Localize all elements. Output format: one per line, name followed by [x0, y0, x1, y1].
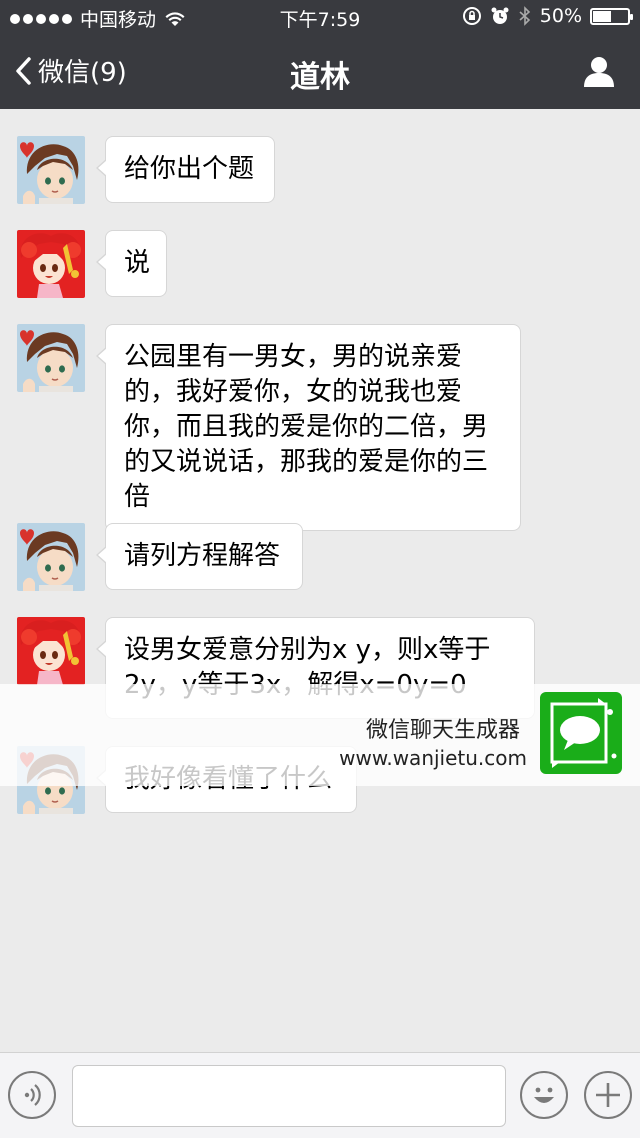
- chat-info-button[interactable]: [582, 54, 616, 92]
- watermark-url: www.wanjietu.com: [339, 746, 527, 770]
- chevron-left-icon: [16, 56, 31, 85]
- rotation-lock-icon: [462, 7, 481, 25]
- avatar[interactable]: [17, 617, 85, 685]
- bluetooth-icon: [519, 6, 530, 26]
- input-bar: [0, 1052, 640, 1138]
- message-text: 请列方程解答: [124, 541, 281, 571]
- alarm-icon: [491, 7, 509, 24]
- voice-icon: [24, 1084, 41, 1106]
- watermark-logo: [540, 692, 622, 774]
- chat-area[interactable]: 给你出个题 说 公园里有一男女，男的说亲爱的，我好爱你，女的说我也爱你，而且我的…: [0, 109, 640, 1052]
- voice-button[interactable]: [8, 1071, 56, 1119]
- message-bubble[interactable]: 给你出个题: [96, 136, 275, 203]
- plus-icon: [596, 1083, 620, 1107]
- more-button[interactable]: [584, 1071, 632, 1119]
- avatar[interactable]: [17, 324, 85, 392]
- message-bubble[interactable]: 公园里有一男女，男的说亲爱的，我好爱你，女的说我也爱你，而且我的爱是你的二倍，男…: [96, 324, 521, 531]
- watermark-banner: 微信聊天生成器 www.wanjietu.com: [0, 684, 640, 786]
- message-row: 说: [17, 230, 167, 298]
- battery-icon: [590, 7, 633, 25]
- battery-level-fill: [593, 10, 611, 22]
- avatar[interactable]: [17, 230, 85, 298]
- status-right: 50%: [462, 5, 633, 27]
- message-text: 公园里有一男女，男的说亲爱的，我好爱你，女的说我也爱你，而且我的爱是你的二倍，男…: [124, 342, 489, 512]
- status-bar: 中国移动 下午7:59 50%: [0, 0, 640, 34]
- back-button[interactable]: 微信(9): [14, 52, 127, 89]
- emoji-icon: [534, 1087, 554, 1103]
- battery-percent: 50%: [539, 5, 582, 27]
- avatar[interactable]: [17, 523, 85, 591]
- message-bubble[interactable]: 说: [96, 230, 167, 297]
- back-label: 微信(9): [38, 58, 127, 88]
- message-bubble[interactable]: 请列方程解答: [96, 523, 303, 590]
- message-input[interactable]: [72, 1065, 506, 1127]
- message-row: 请列方程解答: [17, 523, 303, 591]
- nav-bar: 微信(9) 道林: [0, 34, 640, 109]
- message-row: 给你出个题: [17, 136, 275, 204]
- message-row: 公园里有一男女，男的说亲爱的，我好爱你，女的说我也爱你，而且我的爱是你的二倍，男…: [17, 324, 521, 531]
- person-icon: [584, 57, 614, 87]
- watermark-title: 微信聊天生成器: [365, 718, 520, 743]
- avatar[interactable]: [17, 136, 85, 204]
- message-text: 说: [124, 248, 151, 278]
- emoji-button[interactable]: [520, 1071, 568, 1119]
- message-text: 给你出个题: [124, 154, 255, 184]
